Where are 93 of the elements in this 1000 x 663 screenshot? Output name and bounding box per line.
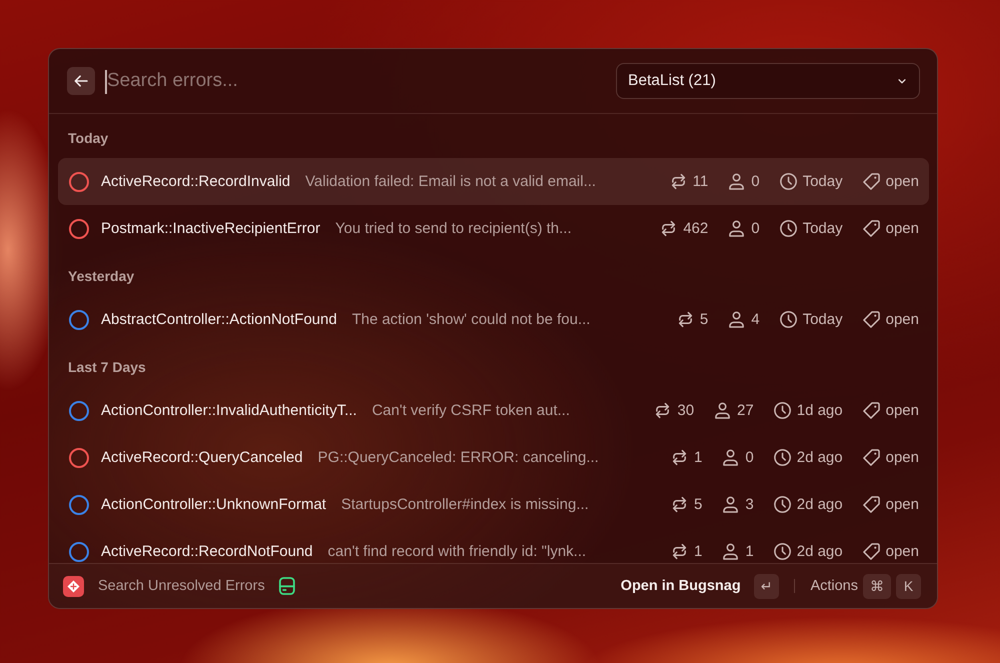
logo-icon bbox=[63, 576, 84, 596]
clock-icon bbox=[774, 402, 791, 419]
error-message: can't find record with friendly id: "lynk... bbox=[328, 543, 588, 560]
error-message: StartupsController#index is missing... bbox=[341, 496, 590, 513]
repeat-icon bbox=[671, 496, 688, 513]
event-count: 5 bbox=[694, 496, 702, 513]
open-action-button[interactable]: Open in Bugsnag bbox=[620, 578, 741, 594]
repeat-icon bbox=[670, 173, 687, 190]
user-icon bbox=[728, 173, 746, 190]
last-seen-time: Today bbox=[802, 173, 843, 190]
actions-button[interactable]: Actions bbox=[810, 578, 858, 594]
clock-icon bbox=[780, 173, 797, 190]
search-field[interactable]: Search errors... bbox=[105, 68, 600, 94]
error-name: ActiveRecord::RecordInvalid bbox=[101, 173, 290, 190]
error-name: ActionController::UnknownFormat bbox=[101, 496, 326, 513]
status-label: open bbox=[886, 311, 919, 328]
last-seen-time: Today bbox=[802, 220, 843, 237]
section-heading: Yesterday bbox=[67, 267, 136, 286]
error-message: Validation failed: Email is not a valid email... bbox=[305, 173, 597, 190]
status-label: open bbox=[886, 543, 919, 560]
event-count: 1 bbox=[694, 543, 702, 560]
error-name: Postmark::InactiveRecipientError bbox=[101, 220, 320, 237]
repeat-icon bbox=[660, 220, 678, 237]
clock-icon bbox=[780, 311, 797, 328]
error-name: AbstractController::ActionNotFound bbox=[101, 311, 337, 328]
user-icon bbox=[722, 449, 740, 466]
status-label: open bbox=[886, 220, 919, 237]
shortcut-key: K bbox=[896, 574, 921, 598]
user-count: 0 bbox=[745, 449, 754, 466]
user-count: 3 bbox=[745, 496, 754, 513]
back-button[interactable] bbox=[67, 67, 95, 95]
event-count: 30 bbox=[677, 402, 694, 419]
tag-icon bbox=[862, 449, 880, 466]
repeat-icon bbox=[676, 311, 694, 328]
user-count: 4 bbox=[751, 311, 760, 328]
error-message: Can't verify CSRF token aut... bbox=[372, 402, 571, 419]
section-heading: Last 7 Days bbox=[67, 358, 147, 377]
event-count: 462 bbox=[683, 220, 708, 237]
clock-icon bbox=[774, 496, 791, 513]
project-dropdown[interactable]: BetaList (21) bbox=[616, 63, 920, 99]
command-title: Search Unresolved Errors bbox=[98, 578, 265, 594]
shortcut-key: ↵ bbox=[754, 574, 780, 598]
status-label: open bbox=[886, 449, 919, 466]
drive-icon bbox=[278, 577, 295, 595]
last-seen-time: 1d ago bbox=[796, 402, 843, 419]
error-row[interactable]: ActionController::UnknownFormat StartupsController#index is missing... 5 3 2d ago open bbox=[58, 481, 929, 528]
error-message: You tried to send to recipient(s) th... bbox=[335, 220, 572, 237]
error-row[interactable]: ActiveRecord::RecordInvalid Validation failed: Email is not a valid email... 11 0 Today open bbox=[58, 158, 929, 205]
last-seen-time: 2d ago bbox=[796, 449, 843, 466]
section-heading: Today bbox=[67, 129, 110, 148]
user-count: 0 bbox=[751, 173, 760, 190]
tag-icon bbox=[862, 402, 880, 419]
error-message: The action 'show' could not be fou... bbox=[352, 311, 592, 328]
user-icon bbox=[728, 220, 746, 237]
status-label: open bbox=[886, 496, 919, 513]
error-row[interactable]: Postmark::InactiveRecipientError You tried to send to recipient(s) th... 462 0 Today open bbox=[58, 205, 929, 252]
tag-icon bbox=[862, 543, 880, 560]
user-count: 27 bbox=[737, 402, 754, 419]
error-name: ActiveRecord::QueryCanceled bbox=[101, 449, 303, 466]
last-seen-time: 2d ago bbox=[796, 496, 843, 513]
tag-icon bbox=[862, 173, 880, 190]
error-name: ActiveRecord::RecordNotFound bbox=[101, 543, 313, 560]
error-name: ActionController::InvalidAuthenticityT... bbox=[101, 402, 357, 419]
event-count: 5 bbox=[700, 311, 708, 328]
shortcut-key: ⌘ bbox=[863, 574, 891, 598]
error-row[interactable]: ActiveRecord::QueryCanceled PG::QueryCanceled: ERROR: canceling... 1 0 2d ago open bbox=[58, 434, 929, 481]
user-icon bbox=[714, 402, 732, 419]
event-count: 11 bbox=[692, 173, 708, 190]
repeat-icon bbox=[671, 543, 688, 560]
clock-icon bbox=[774, 449, 791, 466]
user-icon bbox=[722, 543, 740, 560]
user-icon bbox=[722, 496, 740, 513]
tag-icon bbox=[862, 311, 880, 328]
user-count: 1 bbox=[745, 543, 754, 560]
repeat-icon bbox=[671, 449, 688, 466]
tag-icon bbox=[862, 220, 880, 237]
repeat-icon bbox=[654, 402, 672, 419]
user-count: 0 bbox=[751, 220, 760, 237]
error-row[interactable]: ActionController::InvalidAuthenticityT... Can't verify CSRF token aut... 30 27 1d ago open bbox=[58, 387, 929, 434]
arrow-left-icon bbox=[74, 75, 88, 87]
last-seen-time: Today bbox=[802, 311, 843, 328]
last-seen-time: 2d ago bbox=[796, 543, 843, 560]
chevron-down-icon bbox=[898, 78, 906, 84]
status-label: open bbox=[886, 402, 919, 419]
user-icon bbox=[728, 311, 746, 328]
error-message: PG::QueryCanceled: ERROR: canceling... bbox=[318, 449, 600, 466]
tag-icon bbox=[862, 496, 880, 513]
clock-icon bbox=[780, 220, 797, 237]
event-count: 1 bbox=[694, 449, 702, 466]
clock-icon bbox=[774, 543, 791, 560]
status-label: open bbox=[886, 173, 919, 190]
error-row[interactable]: AbstractController::ActionNotFound The action 'show' could not be fou... 5 4 Today open bbox=[58, 296, 929, 343]
error-row[interactable]: ActiveRecord::RecordNotFound can't find record with friendly id: "lynk... 1 1 2d ago open bbox=[58, 528, 929, 563]
